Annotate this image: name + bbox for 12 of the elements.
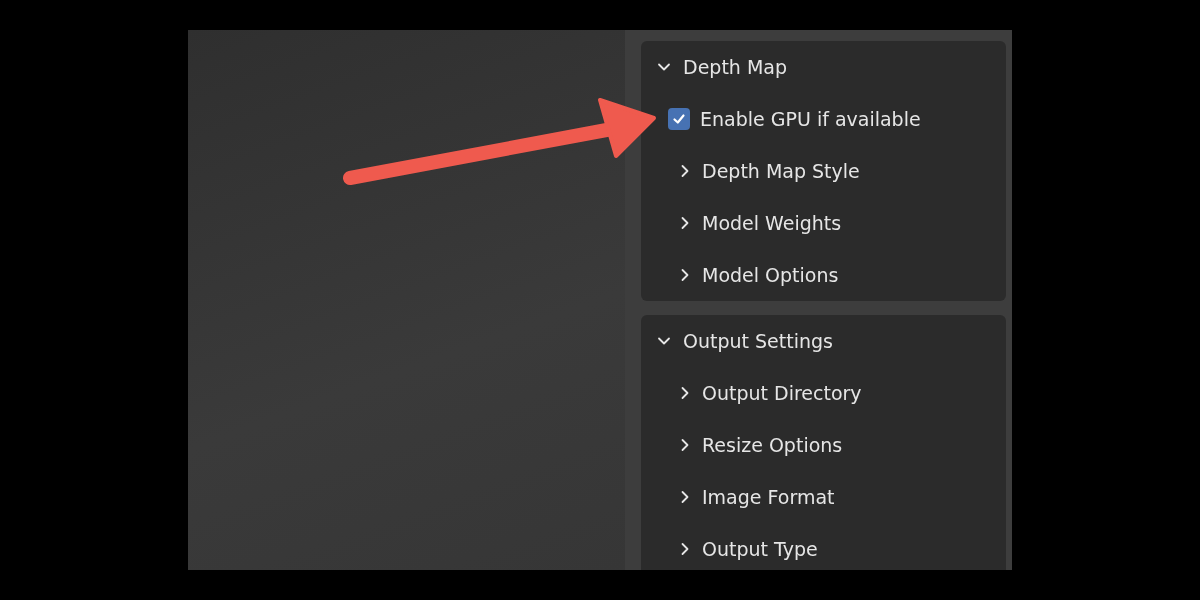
- subpanel-header[interactable]: Output Directory: [641, 367, 1006, 419]
- panel-header[interactable]: Output Settings: [641, 315, 1006, 367]
- subpanel-header[interactable]: Model Options: [641, 249, 1006, 301]
- subpanel-header[interactable]: Image Format: [641, 471, 1006, 523]
- panel-header[interactable]: Depth Map: [641, 41, 1006, 93]
- checkmark-icon: [672, 112, 686, 126]
- checkbox[interactable]: [668, 108, 690, 130]
- subpanel-header[interactable]: Resize Options: [641, 419, 1006, 471]
- subpanel-header[interactable]: Model Weights: [641, 197, 1006, 249]
- subpanel-header[interactable]: Depth Map Style: [641, 145, 1006, 197]
- subpanel-header[interactable]: Output Type: [641, 523, 1006, 570]
- checkbox-option[interactable]: Enable GPU if available: [641, 93, 1006, 145]
